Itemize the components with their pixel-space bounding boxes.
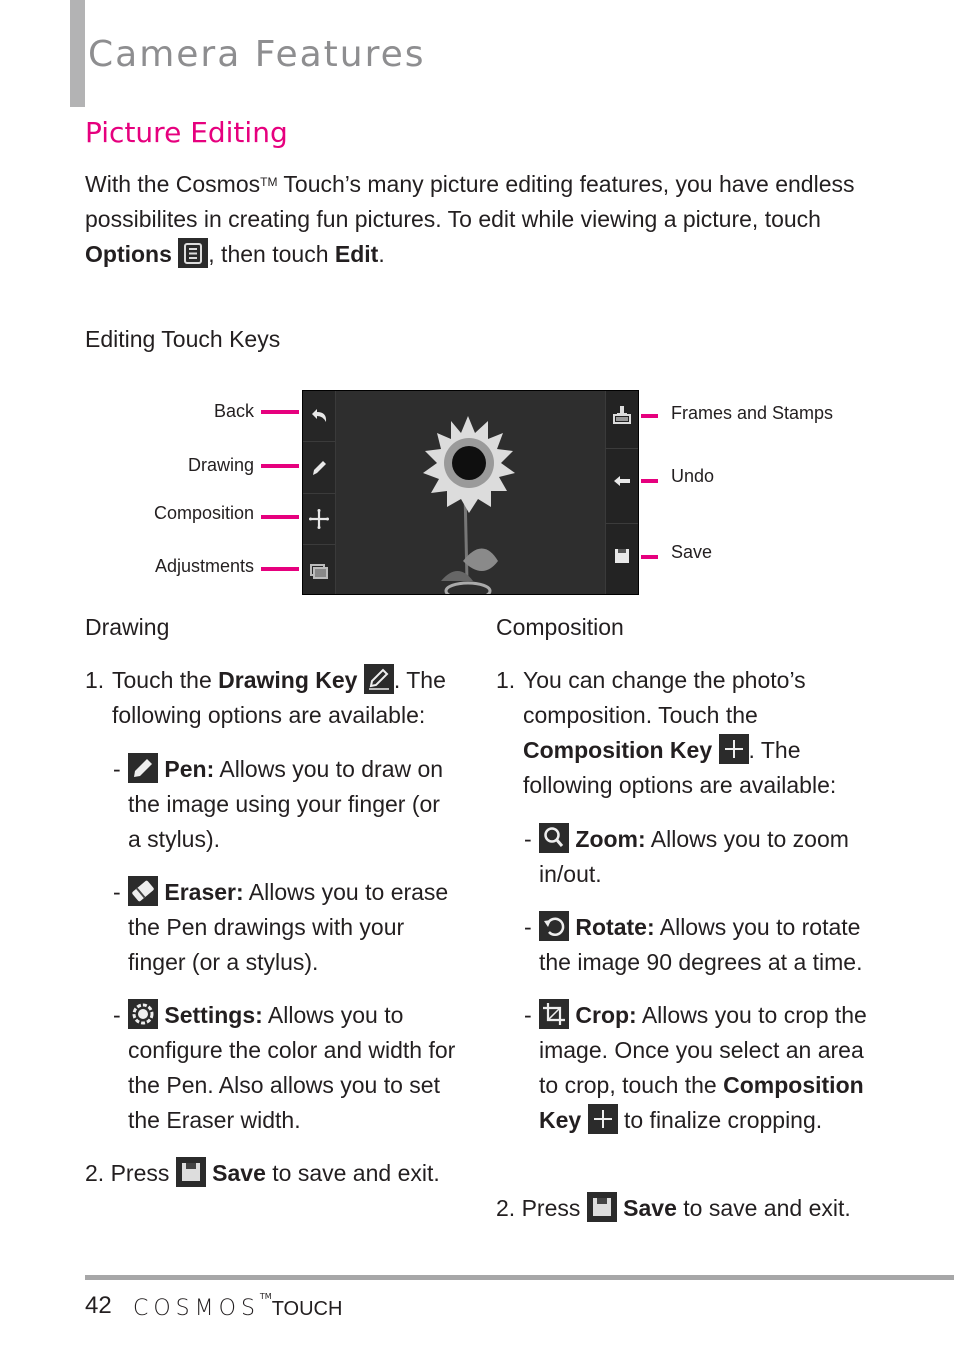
step-text: You can change the photo’s composition. …	[523, 667, 806, 728]
header-accent-bar	[70, 0, 85, 107]
callout-line	[641, 479, 658, 483]
drawing-heading: Drawing	[85, 614, 170, 640]
option-name: Pen:	[164, 756, 215, 782]
callout-save: Save	[671, 542, 713, 562]
settings-gear-icon	[128, 999, 158, 1029]
composition-key-label: Composition Key	[523, 737, 713, 763]
key-divider	[606, 523, 638, 524]
brand-suffix: TOUCH	[271, 1298, 343, 1320]
callout-line	[261, 567, 299, 571]
zoom-magnifier-icon	[539, 823, 569, 853]
composition-heading: Composition	[496, 614, 624, 640]
menu-icon	[178, 238, 209, 268]
trademark-mark: TM	[260, 175, 278, 189]
option-desc: to finalize cropping.	[617, 1107, 823, 1133]
callout-line	[641, 414, 658, 418]
page-number: 42	[85, 1292, 112, 1319]
brand-name: COSMOS	[133, 1296, 260, 1321]
step-number: 2.	[496, 1195, 516, 1221]
dash: -	[113, 756, 121, 782]
crop-icon	[539, 999, 569, 1029]
pencil-icon[interactable]	[307, 456, 331, 480]
key-divider	[303, 441, 335, 442]
footer-rule	[85, 1275, 954, 1280]
step-number: 1.	[85, 667, 105, 693]
touch-keys-heading: Editing Touch Keys	[85, 326, 281, 352]
step-text: to save and exit.	[265, 1160, 440, 1186]
dash: -	[524, 826, 532, 852]
composition-key-icon	[718, 734, 749, 764]
dash: -	[524, 1002, 532, 1028]
callout-frames-and-stamps: Frames and Stamps	[671, 403, 834, 423]
step-text: Touch the	[112, 667, 219, 693]
drawing-step-2: 2. Press Save to save and exit.	[85, 1156, 465, 1191]
callout-line	[641, 555, 658, 559]
callout-line	[261, 410, 299, 414]
chapter-title: Camera Features	[88, 34, 426, 75]
step-text: to save and exit.	[676, 1195, 851, 1221]
save-label: Save	[212, 1160, 266, 1186]
option-name: Settings:	[164, 1002, 263, 1028]
key-divider	[606, 448, 638, 449]
dash: -	[113, 879, 121, 905]
key-divider	[303, 544, 335, 545]
callout-line	[261, 464, 299, 468]
move-cross-icon[interactable]	[307, 507, 331, 531]
intro-text: With the Cosmos	[85, 171, 261, 197]
key-divider	[303, 493, 335, 494]
edit-label: Edit	[334, 241, 379, 267]
option-name: Zoom:	[575, 826, 646, 852]
rotate-icon	[539, 911, 569, 941]
sunflower-photo	[403, 411, 543, 594]
right-key-strip	[605, 391, 638, 594]
step-number: 2.	[85, 1160, 105, 1186]
stamp-icon[interactable]	[610, 403, 634, 427]
floppy-disk-icon[interactable]	[610, 544, 634, 568]
composition-step-2: 2. Press Save to save and exit.	[496, 1191, 876, 1226]
save-floppy-icon	[175, 1157, 206, 1187]
left-arrow-icon[interactable]	[610, 469, 634, 493]
left-key-strip	[303, 391, 336, 594]
step-number: 1.	[496, 667, 516, 693]
callout-line	[261, 515, 299, 519]
step-text: Press	[521, 1195, 587, 1221]
back-arrow-icon[interactable]	[307, 404, 331, 428]
section-title: Picture Editing	[85, 116, 288, 149]
composition-key-icon	[587, 1104, 618, 1134]
intro-paragraph: With the CosmosTM Touch’s many picture e…	[85, 167, 875, 272]
brand-logo: COSMOSTMTOUCH	[133, 1292, 342, 1322]
drawing-key-label: Drawing Key	[218, 667, 358, 693]
eraser-icon	[128, 876, 158, 906]
callout-adjustments: Adjustments	[154, 556, 254, 576]
save-floppy-icon	[586, 1192, 617, 1222]
options-label: Options	[85, 241, 172, 267]
layers-icon[interactable]	[307, 559, 331, 583]
editing-screen-screenshot	[302, 390, 639, 595]
dash: -	[524, 914, 532, 940]
callout-back: Back	[213, 401, 254, 421]
pen-icon	[128, 753, 158, 783]
save-label: Save	[623, 1195, 677, 1221]
option-name: Crop:	[575, 1002, 637, 1028]
intro-text: .	[378, 241, 385, 267]
callout-drawing: Drawing	[187, 455, 254, 475]
intro-text: , then touch	[208, 241, 335, 267]
dash: -	[113, 1002, 121, 1028]
callout-undo: Undo	[671, 466, 715, 486]
brand-tm: TM	[259, 1292, 272, 1301]
step-text: Press	[110, 1160, 176, 1186]
callout-composition: Composition	[153, 503, 254, 523]
option-name: Eraser:	[164, 879, 244, 905]
drawing-key-icon	[363, 664, 394, 694]
option-name: Rotate:	[575, 914, 655, 940]
